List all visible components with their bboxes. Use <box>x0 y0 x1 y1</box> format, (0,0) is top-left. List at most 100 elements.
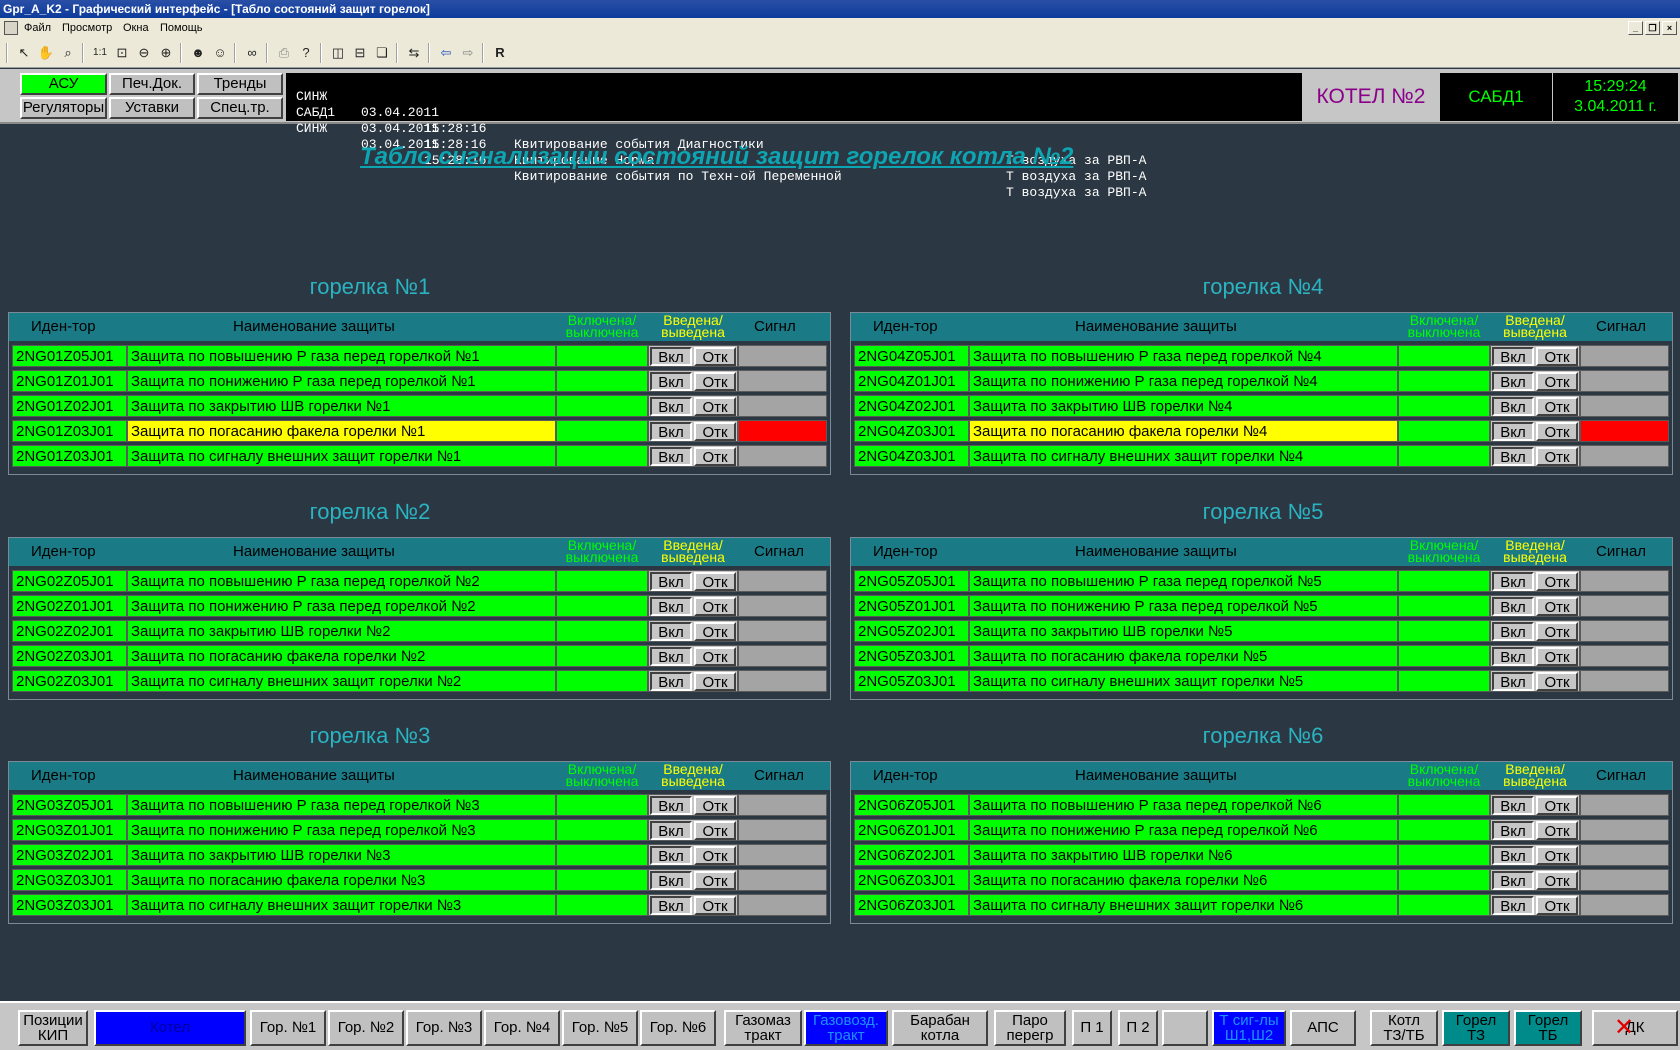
otk-button[interactable]: Отк <box>694 796 736 815</box>
vkl-button[interactable]: Вкл <box>1492 372 1534 391</box>
vkl-button[interactable]: Вкл <box>650 597 692 616</box>
bottom-p1-button[interactable]: П 1 <box>1072 1010 1112 1046</box>
nav-pech-dok-button[interactable]: Печ.Док. <box>109 73 195 95</box>
vkl-button[interactable]: Вкл <box>1492 821 1534 840</box>
bottom-kotel-button[interactable]: Котел <box>94 1010 246 1046</box>
event-row[interactable]: СИНЖ 03.04.2011 15:28:16 Квитирование со… <box>296 105 1146 200</box>
bottom-gor3-button[interactable]: Гор. №3 <box>406 1010 482 1046</box>
app-system-icon[interactable] <box>4 21 18 35</box>
nav-asu-button[interactable]: АСУ <box>20 73 107 95</box>
otk-button[interactable]: Отк <box>1536 821 1578 840</box>
otk-button[interactable]: Отк <box>694 896 736 915</box>
vkl-button[interactable]: Вкл <box>1492 896 1534 915</box>
event-row[interactable]: СИНЖ 03.04.2011 15:28:16 Квитирование со… <box>296 73 1146 168</box>
otk-button[interactable]: Отк <box>694 597 736 616</box>
bottom-gor4-button[interactable]: Гор. №4 <box>484 1010 560 1046</box>
bottom-gorel-tb-button[interactable]: Горел ТБ <box>1514 1010 1582 1046</box>
pointer-icon[interactable]: ↖ <box>14 43 34 63</box>
event-log[interactable]: СИНЖ 03.04.2011 15:28:16 Квитирование со… <box>286 73 1302 200</box>
otk-button[interactable]: Отк <box>694 447 736 466</box>
help-icon[interactable]: ? <box>296 43 316 63</box>
otk-button[interactable]: Отк <box>1536 597 1578 616</box>
bottom-gor6-button[interactable]: Гор. №6 <box>640 1010 716 1046</box>
bottom-empty-button[interactable] <box>1162 1010 1208 1046</box>
vkl-button[interactable]: Вкл <box>1492 347 1534 366</box>
otk-button[interactable]: Отк <box>694 871 736 890</box>
otk-button[interactable]: Отк <box>1536 447 1578 466</box>
bottom-pozicii-kip-button[interactable]: Позиции КИП <box>18 1010 88 1046</box>
users-icon[interactable]: ☻ <box>188 43 208 63</box>
bottom-p2-button[interactable]: П 2 <box>1118 1010 1158 1046</box>
otk-button[interactable]: Отк <box>1536 796 1578 815</box>
vkl-button[interactable]: Вкл <box>650 572 692 591</box>
otk-button[interactable]: Отк <box>694 846 736 865</box>
menu-file[interactable]: Файл <box>24 18 51 38</box>
vkl-button[interactable]: Вкл <box>1492 447 1534 466</box>
refresh-r-button[interactable]: R <box>490 43 510 63</box>
otk-button[interactable]: Отк <box>1536 871 1578 890</box>
vkl-button[interactable]: Вкл <box>1492 647 1534 666</box>
bottom-paro-button[interactable]: Паро перегр <box>994 1010 1066 1046</box>
back-arrow-icon[interactable]: ⇦ <box>436 43 456 63</box>
vkl-button[interactable]: Вкл <box>650 846 692 865</box>
otk-button[interactable]: Отк <box>694 347 736 366</box>
otk-button[interactable]: Отк <box>1536 647 1578 666</box>
otk-button[interactable]: Отк <box>1536 397 1578 416</box>
otk-button[interactable]: Отк <box>1536 372 1578 391</box>
zoom-in-icon[interactable]: ⊕ <box>156 43 176 63</box>
otk-button[interactable]: Отк <box>694 397 736 416</box>
bottom-gazovozd-button[interactable]: Газовозд. тракт <box>804 1010 888 1046</box>
forward-arrow-icon[interactable]: ⇨ <box>458 43 478 63</box>
vkl-button[interactable]: Вкл <box>1492 846 1534 865</box>
bottom-gor5-button[interactable]: Гор. №5 <box>562 1010 638 1046</box>
otk-button[interactable]: Отк <box>1536 896 1578 915</box>
window-switch-icon[interactable]: ⇆ <box>404 43 424 63</box>
zoom-out-icon[interactable]: ⊖ <box>134 43 154 63</box>
tile-horizontal-icon[interactable]: ⊟ <box>350 43 370 63</box>
bottom-tsig-button[interactable]: Т сиг-лы Ш1,Ш2 <box>1212 1010 1286 1046</box>
zoom-actual-icon[interactable]: 1:1 <box>90 43 110 63</box>
zoom-fit-icon[interactable]: ⊡ <box>112 43 132 63</box>
vkl-button[interactable]: Вкл <box>650 672 692 691</box>
bottom-gazomaz-button[interactable]: Газомаз тракт <box>724 1010 802 1046</box>
nav-spectr-button[interactable]: Спец.тр. <box>197 97 283 119</box>
close-icon[interactable]: × <box>1662 21 1677 35</box>
bottom-kotl-tztb-button[interactable]: Котл ТЗ/ТБ <box>1370 1010 1438 1046</box>
otk-button[interactable]: Отк <box>694 672 736 691</box>
zoom-icon[interactable]: ⌕ <box>58 43 78 63</box>
vkl-button[interactable]: Вкл <box>650 422 692 441</box>
vkl-button[interactable]: Вкл <box>650 796 692 815</box>
vkl-button[interactable]: Вкл <box>1492 397 1534 416</box>
hand-icon[interactable]: ✋ <box>36 43 56 63</box>
vkl-button[interactable]: Вкл <box>650 896 692 915</box>
nav-trendy-button[interactable]: Тренды <box>197 73 283 95</box>
menu-help[interactable]: Помощь <box>160 18 203 38</box>
bottom-dk-button[interactable]: ДК ✕ <box>1592 1010 1678 1046</box>
tile-vertical-icon[interactable]: ◫ <box>328 43 348 63</box>
vkl-button[interactable]: Вкл <box>1492 871 1534 890</box>
otk-button[interactable]: Отк <box>1536 672 1578 691</box>
vkl-button[interactable]: Вкл <box>1492 572 1534 591</box>
cascade-icon[interactable]: ❏ <box>372 43 392 63</box>
menu-windows[interactable]: Окна <box>123 18 149 38</box>
vkl-button[interactable]: Вкл <box>650 871 692 890</box>
restore-icon[interactable]: ❐ <box>1645 21 1660 35</box>
otk-button[interactable]: Отк <box>694 821 736 840</box>
vkl-button[interactable]: Вкл <box>1492 672 1534 691</box>
vkl-button[interactable]: Вкл <box>1492 422 1534 441</box>
otk-button[interactable]: Отк <box>1536 622 1578 641</box>
otk-button[interactable]: Отк <box>694 372 736 391</box>
otk-button[interactable]: Отк <box>694 647 736 666</box>
bottom-aps-button[interactable]: АПС <box>1290 1010 1356 1046</box>
otk-button[interactable]: Отк <box>1536 846 1578 865</box>
vkl-button[interactable]: Вкл <box>1492 622 1534 641</box>
vkl-button[interactable]: Вкл <box>650 647 692 666</box>
bottom-gor1-button[interactable]: Гор. №1 <box>250 1010 326 1046</box>
binoculars-icon[interactable]: ∞ <box>242 43 262 63</box>
bottom-gor2-button[interactable]: Гор. №2 <box>328 1010 404 1046</box>
vkl-button[interactable]: Вкл <box>1492 796 1534 815</box>
vkl-button[interactable]: Вкл <box>650 447 692 466</box>
otk-button[interactable]: Отк <box>694 422 736 441</box>
otk-button[interactable]: Отк <box>1536 572 1578 591</box>
bottom-baraban-button[interactable]: Барабан котла <box>892 1010 988 1046</box>
